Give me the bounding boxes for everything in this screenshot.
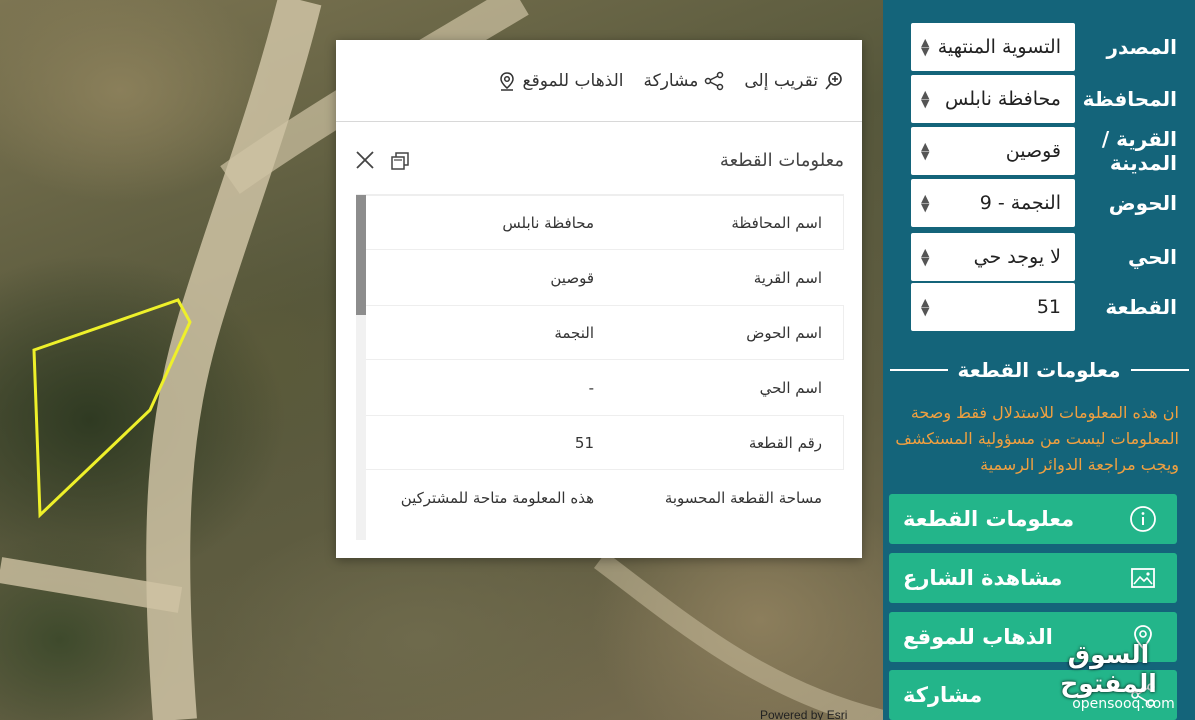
- source-select[interactable]: التسوية المنتهية ▲ ▼: [911, 23, 1075, 71]
- street-view-button[interactable]: مشاهدة الشارع: [889, 553, 1177, 603]
- section-heading: معلومات القطعة: [883, 355, 1195, 385]
- field-label: المصدر: [1106, 35, 1177, 59]
- row-key: رقم القطعة: [748, 433, 822, 452]
- info-icon: [1130, 506, 1156, 532]
- row-value: النجمة: [554, 323, 594, 342]
- field-label: المحافظة: [1082, 87, 1177, 111]
- search-sidebar: المصدر التسوية المنتهية ▲ ▼ المحافظة محاف…: [883, 0, 1195, 720]
- row-value: 51: [574, 433, 594, 452]
- select-value: محافظة نابلس: [944, 88, 1061, 110]
- field-label: القرية / المدينة: [1101, 127, 1177, 175]
- popup-controls: [354, 149, 412, 171]
- section-title: معلومات القطعة: [957, 358, 1121, 382]
- go-to-location-side-label: الذهاب للموقع: [903, 625, 1053, 649]
- parcel-info-button[interactable]: معلومات القطعة: [889, 494, 1177, 544]
- table-row: اسم القرية قوصين: [356, 250, 844, 305]
- field-label: القطعة: [1105, 295, 1177, 319]
- field-village: القرية / المدينة قوصين ▲ ▼: [883, 126, 1195, 176]
- row-key: اسم الحوض: [746, 323, 822, 342]
- divider: [1130, 369, 1189, 371]
- restore-window-icon[interactable]: [390, 149, 412, 171]
- table-row: اسم الحوض النجمة: [356, 305, 844, 360]
- basin-select[interactable]: النجمة - 9 ▲ ▼: [911, 179, 1075, 227]
- popup-actions-bar: تقريب إلى مشاركة الذهاب للموقع: [336, 40, 862, 122]
- row-value: محافظة نابلس: [502, 213, 594, 232]
- select-arrows-icon: ▲ ▼: [921, 88, 930, 110]
- select-value: لا يوجد حي: [973, 246, 1061, 268]
- table-row: اسم الحي -: [356, 360, 844, 415]
- select-value: التسوية المنتهية: [937, 36, 1061, 58]
- village-select[interactable]: قوصين ▲ ▼: [911, 127, 1075, 175]
- row-value: هذه المعلومة متاحة للمشتركين: [400, 488, 594, 507]
- disclaimer-text: ان هذه المعلومات للاستدلال فقط وصحة المع…: [895, 403, 1179, 474]
- location-pin-icon: [1134, 625, 1152, 650]
- share-button[interactable]: مشاركة: [644, 71, 725, 91]
- table-row: اسم المحافظة محافظة نابلس: [356, 195, 844, 250]
- share-label: مشاركة: [643, 70, 699, 91]
- row-key: اسم الحي: [759, 378, 822, 397]
- scrollbar[interactable]: [356, 195, 366, 540]
- field-source: المصدر التسوية المنتهية ▲ ▼: [883, 22, 1195, 72]
- road: [593, 552, 883, 720]
- parcel-select[interactable]: 51 ▲ ▼: [911, 283, 1075, 331]
- select-arrows-icon: ▲ ▼: [921, 192, 930, 214]
- field-basin: الحوض النجمة - 9 ▲ ▼: [883, 178, 1195, 228]
- table-row: مساحة القطعة المحسوبة هذه المعلومة متاحة…: [356, 470, 844, 525]
- field-label: الحي: [1127, 245, 1177, 269]
- row-key: مساحة القطعة المحسوبة: [664, 488, 822, 507]
- image-icon: [1131, 568, 1155, 588]
- select-arrows-icon: ▲ ▼: [921, 36, 930, 58]
- share-side-label: مشاركة: [903, 683, 983, 707]
- select-value: قوصين: [1005, 140, 1061, 162]
- close-icon[interactable]: [354, 149, 376, 171]
- scrollbar-thumb[interactable]: [356, 195, 366, 315]
- parcel-info-label: معلومات القطعة: [903, 507, 1075, 531]
- field-parcel: القطعة 51 ▲ ▼: [883, 282, 1195, 332]
- field-label: الحوض: [1108, 191, 1177, 215]
- street-view-label: مشاهدة الشارع: [903, 566, 1063, 590]
- road: [146, 0, 322, 720]
- row-key: اسم المحافظة: [731, 213, 822, 232]
- go-to-location-side-button[interactable]: الذهاب للموقع: [889, 612, 1177, 662]
- select-arrows-icon: ▲ ▼: [921, 296, 930, 318]
- parcel-info-table[interactable]: اسم المحافظة محافظة نابلس اسم القرية قوص…: [356, 194, 844, 540]
- share-side-button[interactable]: مشاركة: [889, 670, 1177, 720]
- neighborhood-select[interactable]: لا يوجد حي ▲ ▼: [911, 233, 1075, 281]
- select-value: 51: [1036, 296, 1061, 318]
- zoom-in-icon: [825, 71, 842, 90]
- field-governorate: المحافظة محافظة نابلس ▲ ▼: [883, 74, 1195, 124]
- map-credit: Powered by Esri: [760, 708, 848, 720]
- row-value: قوصين: [550, 268, 594, 287]
- zoom-to-label: تقريب إلى: [744, 70, 818, 91]
- field-neighborhood: الحي لا يوجد حي ▲ ▼: [883, 232, 1195, 282]
- share-icon: [705, 71, 724, 90]
- go-to-location-button[interactable]: الذهاب للموقع: [497, 71, 624, 91]
- popup-title: معلومات القطعة: [719, 149, 844, 171]
- parcel-info-popup: تقريب إلى مشاركة الذهاب للموقع معلومات ا…: [336, 40, 862, 558]
- select-arrows-icon: ▲ ▼: [921, 246, 930, 268]
- table-row: رقم القطعة 51: [356, 415, 844, 470]
- row-value: -: [588, 378, 594, 397]
- governorate-select[interactable]: محافظة نابلس ▲ ▼: [911, 75, 1075, 123]
- zoom-to-button[interactable]: تقريب إلى: [744, 71, 844, 91]
- go-to-location-label: الذهاب للموقع: [522, 70, 624, 91]
- row-key: اسم القرية: [753, 268, 822, 287]
- select-arrows-icon: ▲ ▼: [921, 140, 930, 162]
- share-icon: [1131, 683, 1155, 707]
- location-pin-icon: [499, 71, 514, 91]
- popup-header: معلومات القطعة: [354, 140, 844, 180]
- divider: [889, 369, 948, 371]
- select-value: النجمة - 9: [979, 192, 1061, 214]
